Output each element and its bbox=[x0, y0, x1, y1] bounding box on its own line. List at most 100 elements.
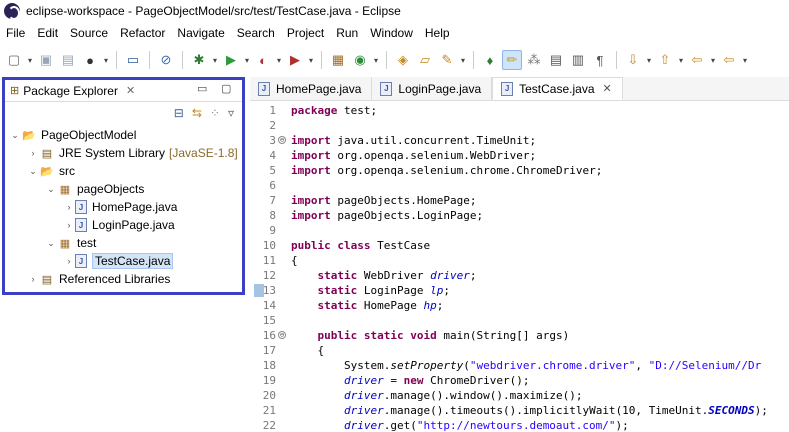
line-number: 17 bbox=[262, 344, 276, 357]
code-text-area[interactable]: package test; import java.util.concurrent… bbox=[291, 101, 789, 432]
link-with-editor-icon[interactable]: ⇆ bbox=[192, 106, 202, 120]
tree-item-src[interactable]: ⌄ 📂 src bbox=[9, 162, 241, 180]
back-dropdown[interactable]: ▾ bbox=[709, 50, 717, 70]
collapsed-chevron-icon[interactable]: › bbox=[27, 274, 39, 284]
main-toolbar: ▢ ▾ ▣ ▤ ● ▾ ▭ ⊘ ✱ ▾ ▶ ▾ ◐ ▾ ▶ ▾ ▦ ◉ ▾ ◈ … bbox=[0, 45, 789, 75]
debug-dropdown[interactable]: ▾ bbox=[211, 50, 219, 70]
show-whitespace-icon[interactable]: ▤ bbox=[546, 50, 566, 70]
back-icon[interactable]: ⇦ bbox=[687, 50, 707, 70]
external-tools-dropdown[interactable]: ▾ bbox=[307, 50, 315, 70]
java-file-icon: J bbox=[501, 81, 514, 96]
profile-icon[interactable]: ● bbox=[80, 50, 100, 70]
menu-window[interactable]: Window bbox=[364, 23, 419, 43]
maximize-icon[interactable]: ▢ bbox=[221, 82, 231, 95]
search-dropdown[interactable]: ▾ bbox=[459, 50, 467, 70]
tree-item-label: pageObjects bbox=[77, 182, 145, 196]
open-type-icon[interactable]: ◈ bbox=[393, 50, 413, 70]
menu-run[interactable]: Run bbox=[330, 23, 364, 43]
save-all-icon[interactable]: ▤ bbox=[58, 50, 78, 70]
forward-dropdown[interactable]: ▾ bbox=[741, 50, 749, 70]
new-icon[interactable]: ▢ bbox=[4, 50, 24, 70]
expanded-chevron-icon[interactable]: ⌄ bbox=[45, 184, 57, 195]
coverage-dropdown[interactable]: ▾ bbox=[275, 50, 283, 70]
code-line: static HomePage hp; bbox=[317, 299, 444, 312]
view-menu-icon[interactable]: ▿ bbox=[228, 106, 234, 120]
code-line: public class TestCase bbox=[291, 239, 431, 252]
editor-tab-bar: J HomePage.java J LoginPage.java J TestC… bbox=[250, 77, 789, 101]
collapsed-chevron-icon[interactable]: › bbox=[27, 148, 39, 158]
paragraph-icon[interactable]: ¶ bbox=[590, 50, 610, 70]
code-line: { bbox=[291, 254, 298, 267]
tree-item-pageobjects[interactable]: ⌄ ▦ pageObjects bbox=[9, 180, 241, 198]
line-number-text: 3 bbox=[269, 134, 276, 147]
terminal-icon[interactable]: ▭ bbox=[123, 50, 143, 70]
run-dropdown[interactable]: ▾ bbox=[243, 50, 251, 70]
expanded-chevron-icon[interactable]: ⌄ bbox=[9, 130, 21, 141]
open-task-icon[interactable]: ▱ bbox=[415, 50, 435, 70]
line-number: 20 bbox=[262, 389, 276, 402]
expanded-chevron-icon[interactable]: ⌄ bbox=[45, 238, 57, 249]
debug-icon[interactable]: ✱ bbox=[189, 50, 209, 70]
menu-refactor[interactable]: Refactor bbox=[114, 23, 171, 43]
collapse-all-icon[interactable]: ⊟ bbox=[174, 106, 184, 120]
minimize-icon[interactable]: ▭ bbox=[197, 82, 207, 95]
java-file-icon: J bbox=[380, 81, 393, 96]
line-number: 12 bbox=[262, 269, 276, 282]
new-java-class-icon[interactable]: ◉ bbox=[350, 50, 370, 70]
package-explorer-title[interactable]: Package Explorer bbox=[23, 84, 118, 98]
menu-project[interactable]: Project bbox=[281, 23, 330, 43]
new-dropdown[interactable]: ▾ bbox=[26, 50, 34, 70]
edit-icon[interactable]: ⁂ bbox=[524, 50, 544, 70]
menu-file[interactable]: File bbox=[0, 23, 31, 43]
toggle-mark-occurrences-icon[interactable]: ✏ bbox=[502, 50, 522, 70]
menu-search[interactable]: Search bbox=[231, 23, 281, 43]
collapsed-chevron-icon[interactable]: › bbox=[63, 220, 75, 230]
close-icon[interactable]: ✕ bbox=[603, 82, 612, 95]
new-java-package-icon[interactable]: ▦ bbox=[328, 50, 348, 70]
code-line: driver = new ChromeDriver(); bbox=[343, 374, 530, 387]
tree-item-test[interactable]: ⌄ ▦ test bbox=[9, 234, 241, 252]
menu-navigate[interactable]: Navigate bbox=[171, 23, 230, 43]
tab-testcase[interactable]: J TestCase.java ✕ bbox=[492, 77, 623, 100]
collapsed-chevron-icon[interactable]: › bbox=[63, 256, 75, 266]
block-selection-icon[interactable]: ▥ bbox=[568, 50, 588, 70]
tree-item-label: PageObjectModel bbox=[41, 128, 137, 142]
external-tools-icon[interactable]: ▶ bbox=[285, 50, 305, 70]
line-number: 2 bbox=[269, 119, 276, 132]
forward-icon[interactable]: ⇦ bbox=[719, 50, 739, 70]
next-annotation-icon[interactable]: ⇩ bbox=[623, 50, 643, 70]
skip-breakpoints-icon[interactable]: ⊘ bbox=[156, 50, 176, 70]
tab-homepage[interactable]: J HomePage.java bbox=[250, 77, 373, 100]
filter-icon[interactable]: ⁘ bbox=[210, 106, 220, 120]
save-icon[interactable]: ▣ bbox=[36, 50, 56, 70]
run-icon[interactable]: ▶ bbox=[221, 50, 241, 70]
collapsed-chevron-icon[interactable]: › bbox=[63, 202, 75, 212]
code-line: import org.openqa.selenium.chrome.Chrome… bbox=[291, 164, 603, 177]
code-editor[interactable]: 1 2 3 ⊖ 4 5 6 7 8 9 10 11 12 13 14 15 16 ⊖… bbox=[250, 101, 789, 432]
package-explorer-panel: ⊞ Package Explorer ✕ ▭ ▢ ⊟ ⇆ ⁘ ▿ ⌄ 📂 Pag… bbox=[2, 77, 245, 295]
tree-item-homepage[interactable]: › J HomePage.java bbox=[9, 198, 241, 216]
run-coverage-icon[interactable]: ◐ bbox=[253, 50, 273, 70]
tree-item-project[interactable]: ⌄ 📂 PageObjectModel bbox=[9, 126, 241, 144]
menu-help[interactable]: Help bbox=[419, 23, 456, 43]
tree-item-loginpage[interactable]: › J LoginPage.java bbox=[9, 216, 241, 234]
previous-annotation-icon[interactable]: ⇧ bbox=[655, 50, 675, 70]
profile-dropdown[interactable]: ▾ bbox=[102, 50, 110, 70]
tree-item-referenced-libraries[interactable]: › ▤ Referenced Libraries bbox=[9, 270, 241, 288]
menu-edit[interactable]: Edit bbox=[31, 23, 64, 43]
search-icon[interactable]: ✎ bbox=[437, 50, 457, 70]
fold-toggle-icon[interactable]: ⊖ bbox=[278, 331, 286, 339]
expanded-chevron-icon[interactable]: ⌄ bbox=[27, 166, 39, 177]
line-number: 4 bbox=[269, 149, 276, 162]
new-class-dropdown[interactable]: ▾ bbox=[372, 50, 380, 70]
fold-toggle-icon[interactable]: ⊖ bbox=[278, 136, 286, 144]
tree-item-testcase[interactable]: › J TestCase.java bbox=[9, 252, 241, 270]
annotation-icon[interactable]: ♦ bbox=[480, 50, 500, 70]
next-annotation-dropdown[interactable]: ▾ bbox=[645, 50, 653, 70]
previous-annotation-dropdown[interactable]: ▾ bbox=[677, 50, 685, 70]
close-icon[interactable]: ✕ bbox=[126, 84, 135, 97]
menu-source[interactable]: Source bbox=[64, 23, 114, 43]
tab-loginpage[interactable]: J LoginPage.java bbox=[372, 77, 493, 100]
tree-item-jre[interactable]: › ▤ JRE System Library [JavaSE-1.8] bbox=[9, 144, 241, 162]
